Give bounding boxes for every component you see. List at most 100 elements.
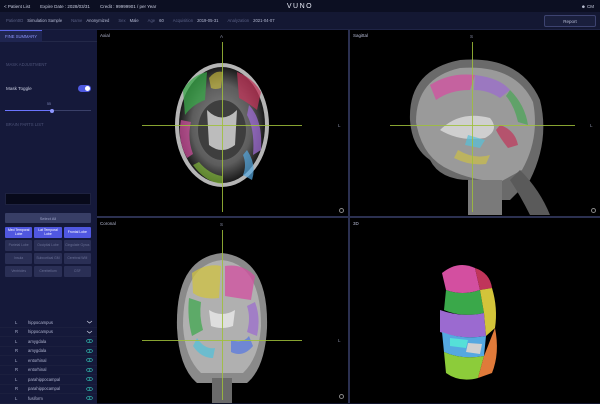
analysis-date: 2021-04-07 bbox=[253, 18, 275, 23]
user-menu[interactable]: ☻ CM bbox=[581, 4, 594, 9]
viewer-divider-horizontal[interactable] bbox=[97, 216, 600, 218]
coronal-settings-icon[interactable] bbox=[339, 394, 344, 399]
mask-toggle[interactable] bbox=[78, 85, 91, 92]
acquisition-date: 2019-05-31 bbox=[197, 18, 219, 23]
structure-side: L bbox=[15, 338, 18, 344]
opacity-value: 55 bbox=[47, 102, 51, 106]
structure-row[interactable]: Rparahippocampal bbox=[0, 385, 97, 394]
coronal-orient-right: L bbox=[338, 338, 341, 343]
axial-crosshair-vertical[interactable] bbox=[222, 42, 223, 212]
eye-icon[interactable] bbox=[85, 358, 93, 363]
eye-icon[interactable] bbox=[85, 377, 93, 382]
user-icon: ☻ bbox=[580, 3, 586, 9]
image-viewer: Axial A L Sagittal S L Coronal S L 3D bbox=[97, 30, 600, 403]
sagittal-settings-icon[interactable] bbox=[591, 208, 596, 213]
structure-row[interactable]: Rentorhinal bbox=[0, 366, 97, 375]
toggle-knob bbox=[85, 86, 90, 91]
lobe-button[interactable]: Subcortical GM bbox=[34, 253, 62, 264]
structure-name: entorhinal bbox=[28, 357, 47, 363]
lobe-button[interactable]: Frontal Lobe bbox=[63, 227, 91, 238]
name-label: Name bbox=[71, 18, 83, 23]
lobe-button[interactable]: Med Temporal Lobe bbox=[5, 227, 33, 238]
eye-icon[interactable] bbox=[85, 339, 93, 344]
sagittal-crosshair-horizontal[interactable] bbox=[390, 125, 575, 126]
axial-label: Axial bbox=[100, 33, 110, 38]
mask-section-title: MASK ADJUSTMENT bbox=[6, 62, 47, 67]
user-name: CM bbox=[587, 3, 594, 9]
structure-row[interactable]: Ramygdala bbox=[0, 347, 97, 356]
lobe-button[interactable]: Insula bbox=[5, 253, 33, 264]
structure-side: R bbox=[15, 329, 19, 335]
eye-icon[interactable] bbox=[85, 386, 93, 391]
lobe-button[interactable]: Lat Temporal Lobe bbox=[34, 227, 62, 238]
structure-name: parahippocampal bbox=[28, 386, 61, 392]
sex-value: Male bbox=[129, 18, 139, 23]
lobe-button[interactable]: Cingulate Gyrus bbox=[63, 240, 91, 251]
acquisition-label: Acquisition bbox=[172, 18, 194, 23]
sagittal-crosshair-vertical[interactable] bbox=[472, 42, 473, 212]
structure-name: entorhinal bbox=[28, 367, 47, 373]
threed-render bbox=[440, 264, 497, 380]
sagittal-orient-top: S bbox=[470, 34, 474, 39]
lobe-button[interactable]: Parietal Lobe bbox=[5, 240, 33, 251]
structure-row[interactable]: Lamygdala bbox=[0, 337, 97, 347]
sagittal-orient-right: L bbox=[590, 123, 593, 128]
axial-panel[interactable]: Axial A L bbox=[97, 30, 348, 216]
structure-name: amygdala bbox=[28, 338, 47, 344]
coronal-crosshair-vertical[interactable] bbox=[222, 230, 223, 400]
sagittal-image bbox=[409, 59, 550, 215]
age-label: Age bbox=[147, 18, 156, 23]
structure-row[interactable]: Lfusiform bbox=[0, 394, 97, 404]
structure-row[interactable]: Lhippocampus bbox=[0, 318, 97, 328]
structure-side: L bbox=[15, 357, 18, 363]
tab-other[interactable] bbox=[42, 30, 52, 42]
structure-name: hippocampus bbox=[28, 329, 53, 335]
report-button[interactable]: Report bbox=[544, 15, 596, 27]
mask-toggle-row: Mask Toggle bbox=[0, 85, 97, 92]
lobe-buttons: Med Temporal Lobe Lat Temporal Lobe Fronta… bbox=[5, 227, 91, 277]
eye-icon[interactable] bbox=[85, 396, 93, 401]
top-bar: < Patient List Expire Date : 2028/03/31 … bbox=[0, 0, 600, 12]
coronal-label: Coronal bbox=[100, 221, 116, 226]
lobe-button[interactable]: Ventricles bbox=[5, 266, 33, 277]
opacity-slider-fill bbox=[5, 110, 53, 111]
opacity-slider-handle[interactable] bbox=[50, 108, 55, 113]
tab-fine-summary[interactable]: FINE SUMMARY bbox=[0, 29, 43, 42]
axial-orient-top: A bbox=[220, 34, 224, 39]
patient-id-value: Simulation Sample bbox=[27, 18, 63, 23]
structure-name: fusiform bbox=[28, 395, 43, 401]
lobe-button[interactable]: CSF bbox=[63, 266, 91, 277]
select-all-button[interactable]: Select All bbox=[5, 213, 91, 223]
sidebar: FINE SUMMARY MASK ADJUSTMENT Mask Toggle… bbox=[0, 29, 97, 404]
sagittal-panel[interactable]: Sagittal S L bbox=[350, 30, 600, 216]
threed-label: 3D bbox=[353, 221, 359, 226]
lobe-button[interactable]: Cerebellum bbox=[34, 266, 62, 277]
eye-icon[interactable] bbox=[85, 367, 93, 372]
patient-list-link[interactable]: < Patient List bbox=[4, 4, 30, 9]
chevron-down-icon[interactable] bbox=[85, 320, 93, 325]
lobe-button[interactable]: Occipital Lobe bbox=[34, 240, 62, 251]
structure-row[interactable]: Rhippocampus bbox=[0, 328, 97, 337]
structure-name: amygdala bbox=[28, 348, 47, 354]
search-field[interactable] bbox=[5, 193, 91, 205]
credit-info: Credit : 99999901 / per Year bbox=[99, 3, 157, 9]
patient-id-label: PatientID bbox=[6, 18, 24, 23]
structure-list: Lhippocampus Rhippocampus Lamygdala Ramygda… bbox=[0, 318, 97, 404]
name-value: Anonymized bbox=[86, 18, 110, 23]
analysis-label: Analyzation bbox=[227, 18, 250, 23]
lobe-button[interactable]: Cerebral WM bbox=[63, 253, 91, 264]
coronal-orient-top: S bbox=[220, 222, 224, 227]
mask-toggle-label: Mask Toggle bbox=[6, 86, 32, 91]
structure-side: L bbox=[15, 395, 18, 401]
structure-side: R bbox=[15, 348, 19, 354]
structure-name: hippocampus bbox=[28, 319, 53, 325]
coronal-panel[interactable]: Coronal S L bbox=[97, 218, 348, 403]
eye-icon[interactable] bbox=[85, 348, 93, 353]
structure-side: R bbox=[15, 367, 19, 373]
threed-panel[interactable]: 3D bbox=[350, 218, 600, 403]
axial-settings-icon[interactable] bbox=[339, 208, 344, 213]
structure-row[interactable]: Lparahippocampal bbox=[0, 375, 97, 385]
expire-date: Expire Date : 2028/03/31 bbox=[40, 3, 90, 9]
structure-row[interactable]: Lentorhinal bbox=[0, 356, 97, 366]
chevron-down-icon[interactable] bbox=[85, 329, 93, 334]
